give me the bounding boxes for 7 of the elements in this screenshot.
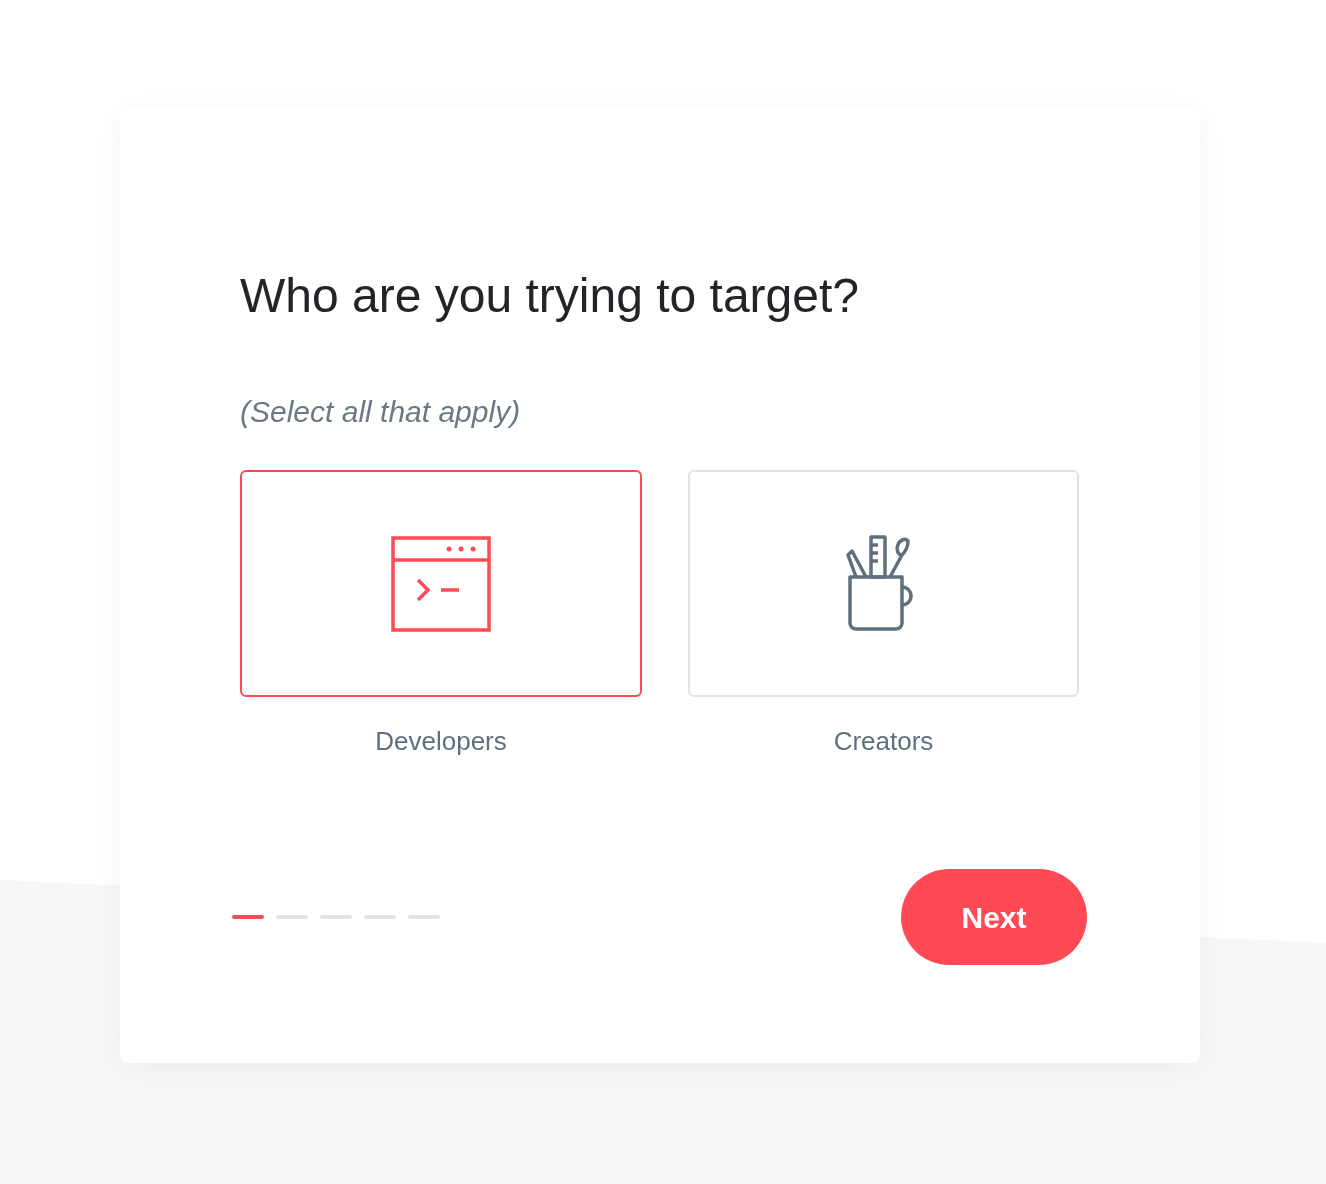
option-label: Developers <box>375 725 507 757</box>
next-button[interactable]: Next <box>901 869 1087 965</box>
card-title: Who are you trying to target? <box>240 268 859 324</box>
instruction-text: (Select all that apply) <box>240 394 521 430</box>
terminal-window-icon <box>391 535 491 632</box>
option-card[interactable] <box>240 470 642 697</box>
option-label: Creators <box>833 725 934 757</box>
